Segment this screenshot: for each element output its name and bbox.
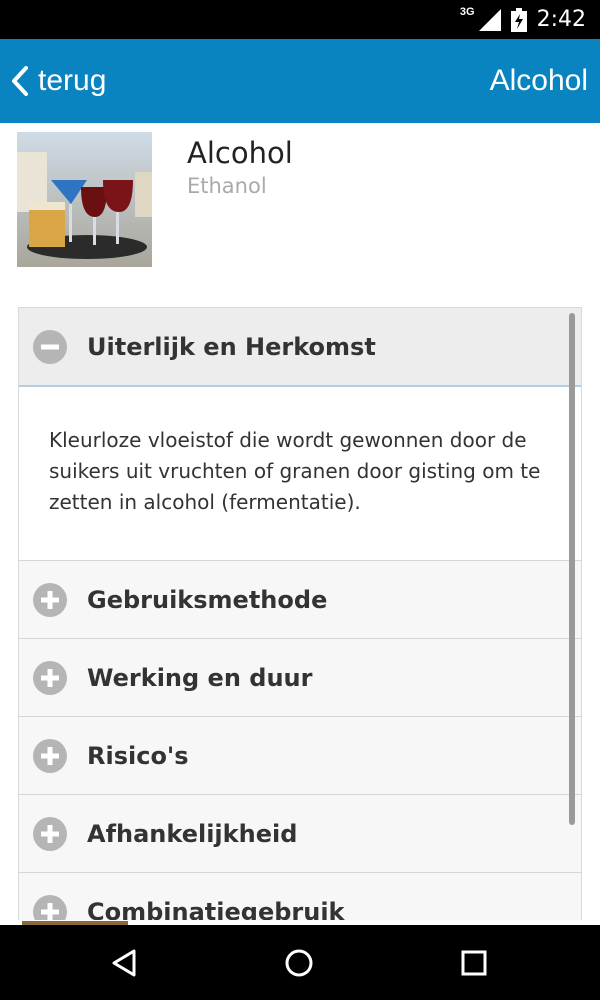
section-label: Werking en duur bbox=[87, 663, 313, 692]
info-accordion: Uiterlijk en Herkomst Kleurloze vloeisto… bbox=[18, 307, 582, 920]
nav-home-button[interactable] bbox=[259, 925, 339, 1000]
back-triangle-icon bbox=[112, 949, 136, 976]
minus-circle-icon bbox=[33, 329, 67, 364]
alcoholic-drinks-photo bbox=[17, 132, 152, 267]
home-circle-icon bbox=[285, 949, 313, 976]
chevron-left-icon bbox=[12, 66, 28, 96]
clock: 2:42 bbox=[536, 7, 586, 32]
section-uiterlijk-en-herkomst[interactable]: Uiterlijk en Herkomst bbox=[19, 308, 581, 387]
nav-back-button[interactable] bbox=[84, 925, 164, 1000]
status-icons: 3G 2:42 bbox=[460, 0, 586, 39]
section-label: Risico's bbox=[87, 741, 189, 770]
signal-icon bbox=[478, 8, 501, 31]
back-button[interactable]: terug bbox=[10, 39, 106, 123]
section-body: Kleurloze vloeistof die wordt gewonnen d… bbox=[19, 387, 581, 561]
item-subtitle: Ethanol bbox=[187, 174, 267, 198]
plus-circle-icon bbox=[33, 816, 67, 851]
navigation-bar bbox=[0, 925, 600, 1000]
item-title: Alcohol bbox=[187, 136, 293, 170]
section-risicos[interactable]: Risico's bbox=[19, 717, 581, 795]
section-label: Afhankelijkheid bbox=[87, 819, 298, 848]
section-label: Combinatiegebruik bbox=[87, 897, 345, 921]
plus-circle-icon bbox=[33, 660, 67, 695]
recents-square-icon bbox=[461, 950, 487, 975]
plus-circle-icon bbox=[33, 582, 67, 617]
network-type: 3G bbox=[459, 5, 475, 18]
section-combinatiegebruik[interactable]: Combinatiegebruik bbox=[19, 873, 581, 920]
section-afhankelijkheid[interactable]: Afhankelijkheid bbox=[19, 795, 581, 873]
section-werking-en-duur[interactable]: Werking en duur bbox=[19, 639, 581, 717]
scrollbar[interactable] bbox=[569, 313, 575, 825]
nav-recents-button[interactable] bbox=[434, 925, 514, 1000]
section-label: Gebruiksmethode bbox=[87, 585, 328, 614]
section-label: Uiterlijk en Herkomst bbox=[87, 332, 376, 361]
app-bar: terug Alcohol bbox=[0, 39, 600, 123]
plus-circle-icon bbox=[33, 894, 67, 920]
app-bar-title: Alcohol bbox=[489, 64, 588, 97]
section-gebruiksmethode[interactable]: Gebruiksmethode bbox=[19, 561, 581, 639]
battery-charging-icon bbox=[510, 7, 527, 32]
back-label: terug bbox=[38, 64, 107, 97]
plus-circle-icon bbox=[33, 738, 67, 773]
status-bar: 3G 2:42 bbox=[0, 0, 600, 39]
